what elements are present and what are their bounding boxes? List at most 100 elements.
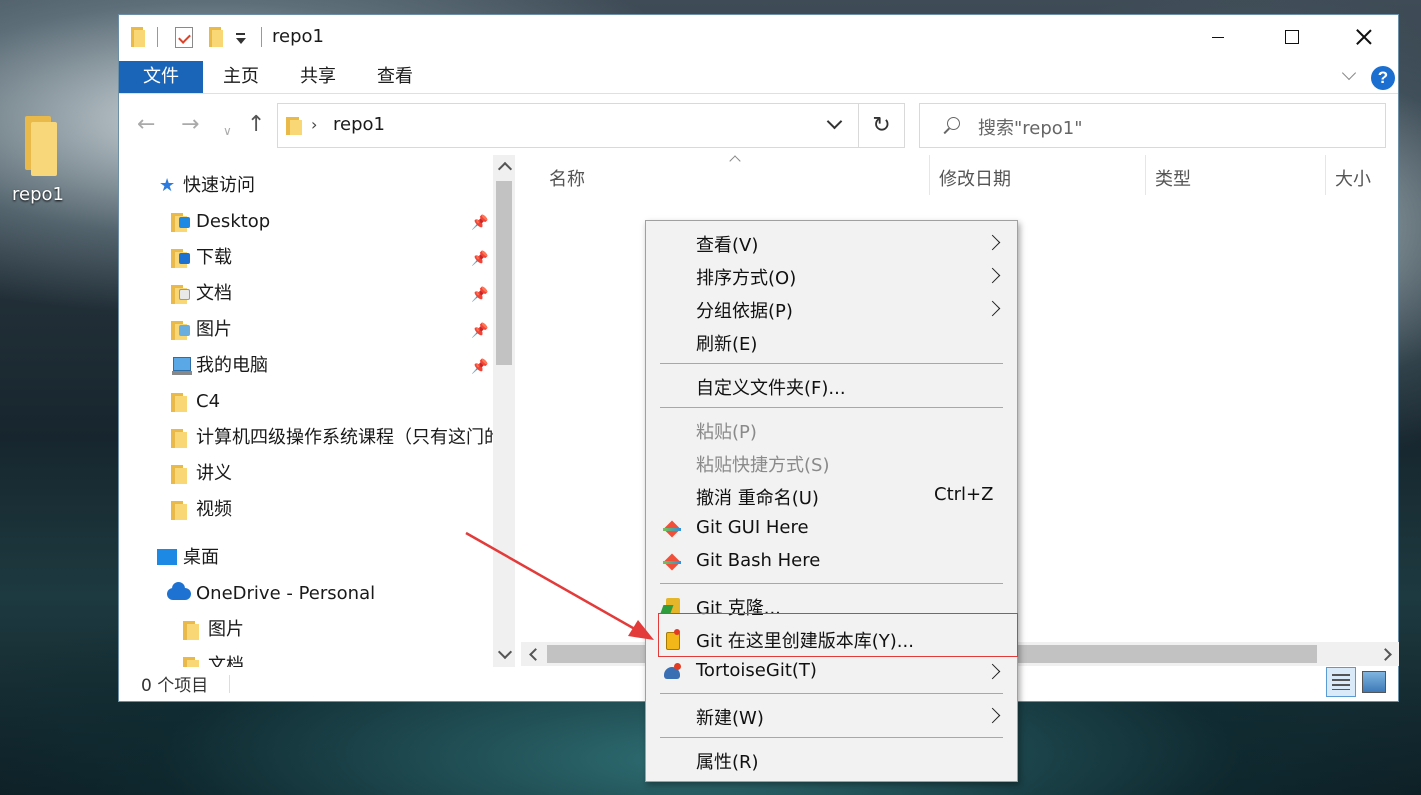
tab-share[interactable]: 共享 bbox=[279, 61, 357, 93]
menu-item-label: 属性(R) bbox=[696, 752, 759, 773]
chevron-down-icon[interactable] bbox=[828, 118, 840, 130]
search-placeholder: 搜索"repo1" bbox=[978, 118, 1083, 139]
nav-pane-scrollbar[interactable] bbox=[493, 155, 515, 667]
chevron-right-icon[interactable]: › bbox=[311, 115, 317, 134]
customize-toolbar-icon[interactable] bbox=[235, 33, 247, 45]
scroll-down-icon[interactable] bbox=[496, 647, 512, 663]
menu-item-tortoisegit[interactable]: TortoiseGit(T) bbox=[646, 655, 1017, 688]
sidebar-item-label: 文档 bbox=[196, 283, 232, 304]
sidebar-item-documents[interactable]: 文档 📌 bbox=[119, 279, 493, 309]
menu-item-group-by[interactable]: 分组依据(P) bbox=[646, 292, 1017, 325]
sidebar-item-label: 图片 bbox=[208, 619, 244, 640]
menu-item-view[interactable]: 查看(V) bbox=[646, 226, 1017, 259]
menu-item-git-bash-here[interactable]: Git Bash Here bbox=[646, 545, 1017, 578]
scroll-left-icon[interactable] bbox=[527, 648, 539, 660]
desktop-icon-label: repo1 bbox=[12, 184, 64, 205]
this-pc-icon bbox=[172, 357, 192, 375]
sidebar-item-label: 桌面 bbox=[183, 547, 219, 568]
divider bbox=[660, 737, 1003, 738]
sort-ascending-icon bbox=[731, 155, 739, 163]
sidebar-item-this-pc[interactable]: 我的电脑 📌 bbox=[119, 351, 493, 381]
sidebar-item-label: 我的电脑 bbox=[196, 355, 268, 376]
column-header-name[interactable]: 名称 bbox=[549, 163, 585, 197]
menu-item-properties[interactable]: 属性(R) bbox=[646, 743, 1017, 776]
new-folder-icon[interactable] bbox=[209, 27, 223, 47]
pin-icon[interactable]: 📌 bbox=[471, 352, 488, 382]
refresh-button[interactable]: ↻ bbox=[859, 103, 905, 148]
sidebar-item-os-course[interactable]: 计算机四级操作系统课程（只有这门的 bbox=[119, 423, 502, 453]
properties-icon[interactable] bbox=[175, 27, 193, 48]
column-header-type[interactable]: 类型 bbox=[1155, 163, 1191, 197]
help-icon[interactable]: ? bbox=[1371, 66, 1395, 90]
maximize-icon bbox=[1285, 30, 1299, 44]
sidebar-item-desktop-root[interactable]: 桌面 bbox=[119, 543, 493, 573]
folder-icon bbox=[286, 117, 302, 135]
pin-icon[interactable]: 📌 bbox=[471, 208, 488, 238]
tab-view[interactable]: 查看 bbox=[359, 61, 431, 93]
sidebar-item-label: 快速访问 bbox=[183, 175, 255, 196]
menu-item-customize-folder[interactable]: 自定义文件夹(F)... bbox=[646, 369, 1017, 402]
menu-item-label: 查看(V) bbox=[696, 235, 759, 256]
search-input[interactable]: 搜索"repo1" bbox=[919, 103, 1386, 148]
sidebar-item-quick-access[interactable]: ★ 快速访问 bbox=[119, 171, 493, 201]
scroll-up-icon[interactable] bbox=[496, 159, 512, 175]
pin-icon[interactable]: 📌 bbox=[471, 316, 488, 346]
sidebar-item-pictures[interactable]: 图片 📌 bbox=[119, 315, 493, 345]
menu-item-refresh[interactable]: 刷新(E) bbox=[646, 325, 1017, 358]
back-arrow-icon[interactable]: ← bbox=[137, 113, 155, 137]
git-bash-icon bbox=[662, 552, 682, 572]
menu-item-new[interactable]: 新建(W) bbox=[646, 699, 1017, 732]
menu-item-paste-shortcut: 粘贴快捷方式(S) bbox=[646, 446, 1017, 479]
column-header-size[interactable]: 大小 bbox=[1335, 163, 1371, 197]
sidebar-item-onedrive-documents[interactable]: 文档 bbox=[119, 651, 493, 667]
minimize-button[interactable] bbox=[1183, 15, 1253, 59]
column-header-date-modified[interactable]: 修改日期 bbox=[939, 163, 1011, 197]
close-button[interactable] bbox=[1329, 15, 1399, 59]
search-icon bbox=[942, 117, 960, 135]
folder-icon bbox=[171, 501, 187, 520]
sidebar-item-onedrive[interactable]: OneDrive - Personal bbox=[119, 579, 493, 609]
star-icon: ★ bbox=[159, 175, 176, 196]
up-arrow-icon[interactable]: ↑ bbox=[247, 113, 265, 137]
menu-item-undo-rename[interactable]: 撤消 重命名(U) Ctrl+Z bbox=[646, 479, 1017, 512]
expand-ribbon-icon[interactable] bbox=[1341, 68, 1359, 86]
menu-item-label: 撤消 重命名(U) bbox=[696, 488, 819, 509]
pin-icon[interactable]: 📌 bbox=[471, 244, 488, 274]
navigation-pane: ★ 快速访问 Desktop 📌 下载 📌 文档 📌 图片 📌 我的电脑 📌 C… bbox=[119, 155, 517, 667]
divider bbox=[157, 27, 158, 47]
menu-item-label: 刷新(E) bbox=[696, 334, 758, 355]
divider bbox=[660, 363, 1003, 364]
scrollbar-thumb[interactable] bbox=[496, 181, 512, 365]
refresh-icon: ↻ bbox=[872, 113, 891, 138]
folder-icon bbox=[183, 621, 199, 640]
sidebar-item-onedrive-pictures[interactable]: 图片 bbox=[119, 615, 493, 645]
menu-item-label: 粘贴快捷方式(S) bbox=[696, 455, 830, 476]
desktop-repo1-icon[interactable]: repo1 bbox=[6, 116, 70, 205]
sidebar-item-label: C4 bbox=[196, 391, 221, 412]
sidebar-item-videos[interactable]: 视频 bbox=[119, 495, 493, 525]
scroll-right-icon[interactable] bbox=[1381, 648, 1393, 660]
pin-icon[interactable]: 📌 bbox=[471, 280, 488, 310]
sidebar-item-lecture-notes[interactable]: 讲义 bbox=[119, 459, 493, 489]
folder-icon bbox=[171, 465, 187, 484]
menu-item-shortcut: Ctrl+Z bbox=[934, 484, 994, 505]
maximize-button[interactable] bbox=[1257, 15, 1327, 59]
details-view-icon[interactable] bbox=[1326, 667, 1356, 697]
tab-file[interactable]: 文件 bbox=[119, 61, 203, 93]
address-bar[interactable]: › repo1 bbox=[277, 103, 859, 148]
onedrive-cloud-icon bbox=[167, 582, 191, 600]
menu-item-sort-by[interactable]: 排序方式(O) bbox=[646, 259, 1017, 292]
sidebar-item-downloads[interactable]: 下载 📌 bbox=[119, 243, 493, 273]
sidebar-item-label: Desktop bbox=[196, 211, 271, 232]
desktop-icon bbox=[157, 549, 177, 565]
menu-item-git-gui-here[interactable]: Git GUI Here bbox=[646, 512, 1017, 545]
sidebar-item-c4[interactable]: C4 bbox=[119, 387, 493, 417]
recent-locations-icon[interactable]: ∨ bbox=[223, 119, 232, 143]
breadcrumb[interactable]: repo1 bbox=[333, 114, 385, 135]
forward-arrow-icon[interactable]: → bbox=[181, 113, 199, 137]
large-icons-view-icon[interactable] bbox=[1362, 671, 1386, 693]
sidebar-item-desktop[interactable]: Desktop 📌 bbox=[119, 207, 493, 237]
tab-home[interactable]: 主页 bbox=[205, 61, 277, 93]
ribbon: 文件 主页 共享 查看 ? bbox=[119, 61, 1398, 94]
menu-item-label: TortoiseGit(T) bbox=[696, 660, 817, 681]
